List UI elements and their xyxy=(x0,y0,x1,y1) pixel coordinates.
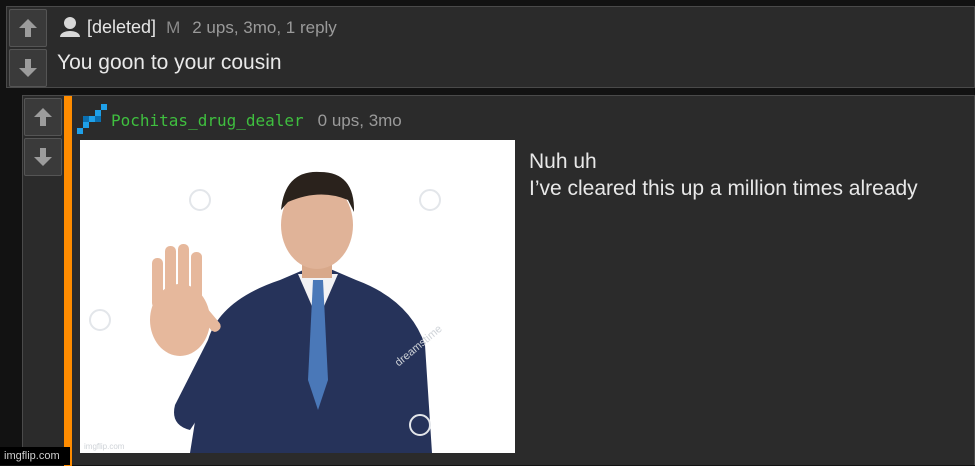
reply-accent-bar xyxy=(64,96,72,466)
gender-flag: M xyxy=(166,18,181,37)
downvote-button[interactable] xyxy=(24,138,62,176)
arrow-down-icon xyxy=(34,148,52,166)
arrow-up-icon xyxy=(19,19,37,37)
arrow-up-icon xyxy=(34,108,52,126)
upvote-button[interactable] xyxy=(9,9,47,47)
username[interactable]: [deleted] xyxy=(87,17,156,37)
arrow-down-icon xyxy=(19,59,37,77)
imgflip-watermark: imgflip.com xyxy=(0,447,70,465)
comment-meta: 0 ups, 3mo xyxy=(317,111,402,130)
image-corner-mark: imgflip.com xyxy=(84,442,125,451)
downvote-button[interactable] xyxy=(9,49,47,87)
upvote-button[interactable] xyxy=(24,98,62,136)
user-silhouette-icon xyxy=(60,17,80,37)
businessman-waving-photo xyxy=(89,171,441,453)
reply-body-line2: I’ve cleared this up a million times alr… xyxy=(529,177,918,200)
comment-meta: 2 ups, 3mo, 1 reply xyxy=(192,18,337,37)
attached-image[interactable]: dreamstime imgflip.com xyxy=(80,140,515,453)
parent-comment: [deleted] M 2 ups, 3mo, 1 reply You goon t… xyxy=(6,6,975,88)
username[interactable]: Pochitas_drug_dealer xyxy=(111,111,304,130)
pixel-avatar-icon xyxy=(77,104,107,134)
comment-body: You goon to your cousin xyxy=(57,51,282,74)
reply-body-line1: Nuh uh xyxy=(529,150,597,173)
reply-comment: Pochitas_drug_dealer 0 ups, 3mo dreamsti… xyxy=(22,95,975,466)
